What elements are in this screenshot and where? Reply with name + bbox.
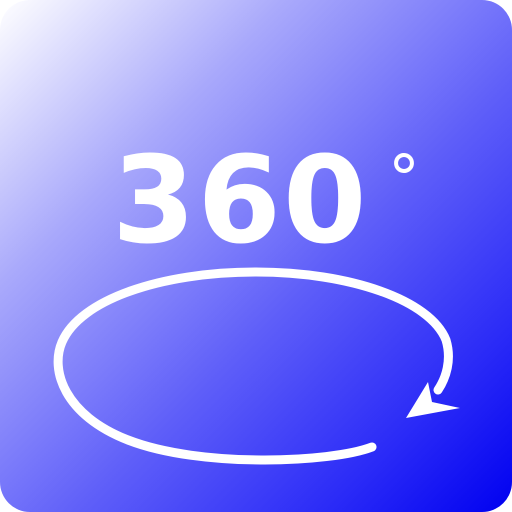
rotation-arrowhead [406,382,460,418]
rotation-360-tile[interactable]: 360 ° [0,0,512,512]
rotate-arrow-icon [53,267,460,465]
rotation-ellipse-path [53,267,453,465]
